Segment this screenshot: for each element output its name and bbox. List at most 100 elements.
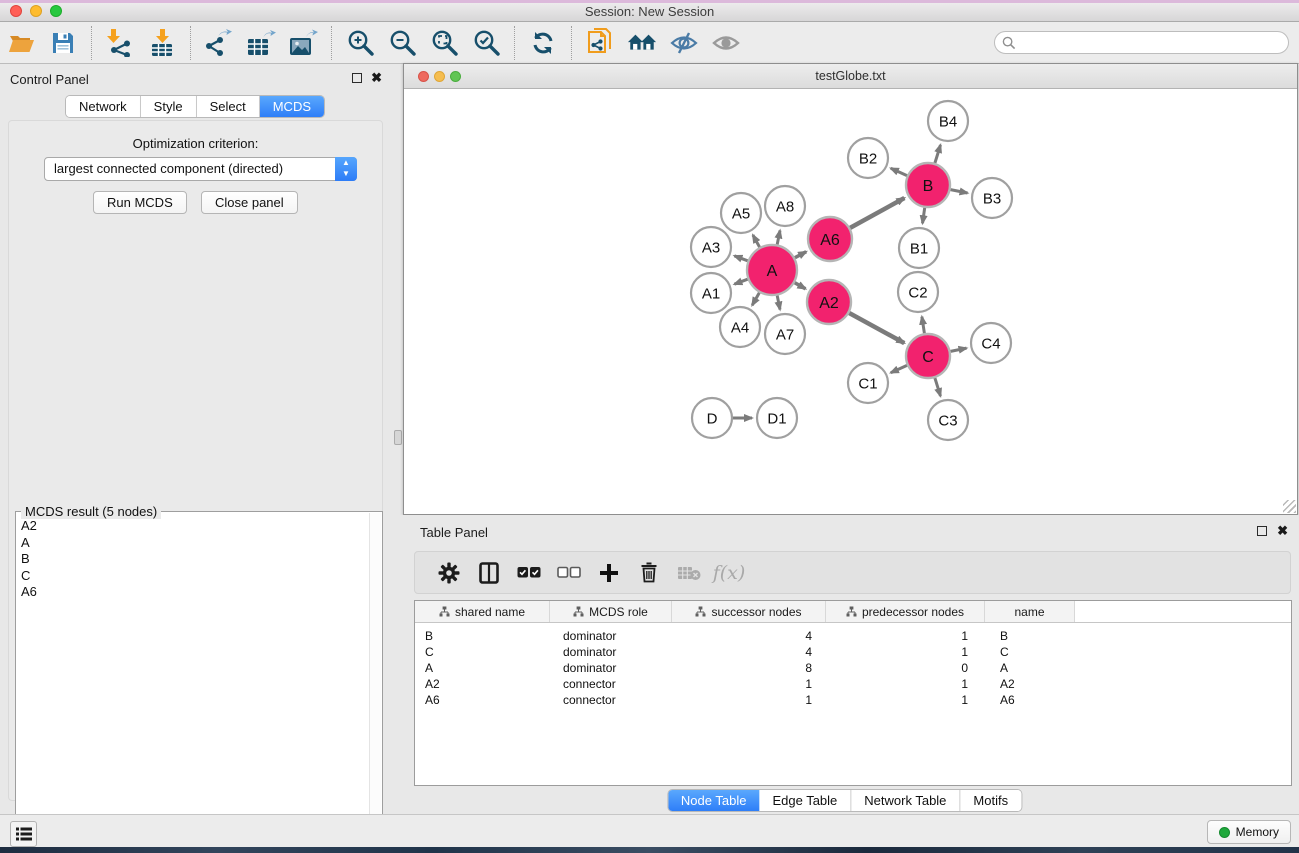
node-C3[interactable]: C3 (928, 400, 968, 440)
close-table-panel-icon[interactable]: ✖ (1277, 526, 1288, 536)
mcds-result-list[interactable]: A2ABCA6 (18, 518, 368, 847)
node-C1[interactable]: C1 (848, 363, 888, 403)
network-window-titlebar[interactable]: testGlobe.txt (404, 64, 1297, 89)
column-header-name[interactable]: name (985, 601, 1075, 622)
column-view-icon[interactable] (474, 558, 504, 588)
tab-mcds[interactable]: MCDS (260, 96, 324, 117)
node-B2[interactable]: B2 (848, 138, 888, 178)
edge-A-A6[interactable] (795, 252, 806, 258)
result-item[interactable]: A (18, 535, 368, 552)
function-builder-icon[interactable]: f(x) (714, 558, 744, 588)
table-cell[interactable]: A6 (415, 692, 550, 708)
edge-A-A7[interactable] (777, 296, 780, 310)
edge-C-C3[interactable] (935, 378, 941, 396)
export-image-icon[interactable] (288, 28, 318, 58)
table-cell[interactable]: B (415, 628, 550, 644)
close-panel-button[interactable]: Close panel (201, 191, 298, 214)
network-graph[interactable]: B4B2BB3A8A5A6A3B1AA1C2A2A4A7C4CC1C3DD1 (404, 89, 1297, 514)
edge-A-A3[interactable] (734, 256, 747, 261)
edge-B-B3[interactable] (951, 190, 968, 193)
edge-C-C4[interactable] (951, 348, 967, 351)
node-A7[interactable]: A7 (765, 314, 805, 354)
zoom-in-icon[interactable] (345, 28, 375, 58)
table-cell[interactable]: connector (550, 676, 672, 692)
node-B1[interactable]: B1 (899, 228, 939, 268)
node-A5[interactable]: A5 (721, 193, 761, 233)
window-resize-grip[interactable] (1283, 500, 1296, 513)
table-cell[interactable]: 4 (672, 628, 826, 644)
eye-slash-icon[interactable] (669, 28, 699, 58)
table-cell[interactable]: A6 (985, 692, 1075, 708)
column-header-MCDS-role[interactable]: MCDS role (550, 601, 672, 622)
table-row[interactable]: Bdominator41B (415, 628, 1291, 644)
result-scrollbar[interactable] (369, 513, 381, 848)
node-C2[interactable]: C2 (898, 272, 938, 312)
table-cell[interactable]: 1 (826, 692, 985, 708)
edge-A-A4[interactable] (752, 293, 759, 306)
column-header-shared-name[interactable]: shared name (415, 601, 550, 622)
table-cell[interactable]: 1 (826, 628, 985, 644)
column-header-predecessor-nodes[interactable]: predecessor nodes (826, 601, 985, 622)
table-cell[interactable]: 0 (826, 660, 985, 676)
tab-select[interactable]: Select (197, 96, 260, 117)
result-item[interactable]: A2 (18, 518, 368, 535)
create-column-plus-icon[interactable] (594, 558, 624, 588)
node-B4[interactable]: B4 (928, 101, 968, 141)
node-A8[interactable]: A8 (765, 186, 805, 226)
edge-B-B1[interactable] (923, 208, 925, 224)
select-all-columns-icon[interactable] (514, 558, 544, 588)
task-history-button[interactable] (10, 821, 37, 847)
result-item[interactable]: A6 (18, 584, 368, 601)
edge-A-A5[interactable] (753, 235, 760, 247)
node-A1[interactable]: A1 (691, 273, 731, 313)
table-cell[interactable]: 4 (672, 644, 826, 660)
criterion-select[interactable]: largest connected component (directed) ▲… (44, 157, 357, 181)
tab-style[interactable]: Style (141, 96, 197, 117)
edge-C-C2[interactable] (922, 317, 925, 334)
tab-motifs[interactable]: Motifs (960, 790, 1021, 811)
table-cell[interactable]: 1 (826, 676, 985, 692)
node-A[interactable]: A (747, 245, 797, 295)
table-cell[interactable]: B (985, 628, 1075, 644)
delete-column-trash-icon[interactable] (634, 558, 664, 588)
import-table-icon[interactable] (147, 28, 177, 58)
float-panel-icon[interactable] (352, 73, 362, 83)
node-C4[interactable]: C4 (971, 323, 1011, 363)
close-panel-icon[interactable]: ✖ (371, 73, 382, 83)
node-A2[interactable]: A2 (807, 280, 851, 324)
float-table-panel-icon[interactable] (1257, 526, 1267, 536)
node-A3[interactable]: A3 (691, 227, 731, 267)
run-mcds-button[interactable]: Run MCDS (93, 191, 187, 214)
table-cell[interactable]: connector (550, 692, 672, 708)
zoom-selected-icon[interactable] (471, 28, 501, 58)
tab-network[interactable]: Network (66, 96, 141, 117)
column-header-successor-nodes[interactable]: successor nodes (672, 601, 826, 622)
zoom-out-icon[interactable] (387, 28, 417, 58)
edge-A6-B[interactable] (850, 198, 904, 228)
delete-table-icon[interactable] (674, 558, 704, 588)
edge-A-A1[interactable] (734, 279, 747, 284)
houses-icon[interactable] (627, 28, 657, 58)
table-settings-gear-icon[interactable] (434, 558, 464, 588)
result-item[interactable]: C (18, 568, 368, 585)
table-cell[interactable]: 8 (672, 660, 826, 676)
tab-node-table[interactable]: Node Table (668, 790, 760, 811)
table-cell[interactable]: 1 (826, 644, 985, 660)
table-cell[interactable]: 1 (672, 676, 826, 692)
unselect-all-columns-icon[interactable] (554, 558, 584, 588)
edge-B-B2[interactable] (891, 168, 907, 175)
table-cell[interactable]: A (415, 660, 550, 676)
edge-C-C1[interactable] (891, 365, 907, 372)
memory-button[interactable]: Memory (1207, 820, 1291, 844)
search-input[interactable] (1021, 36, 1288, 50)
network-canvas[interactable]: B4B2BB3A8A5A6A3B1AA1C2A2A4A7C4CC1C3DD1 (404, 89, 1297, 514)
import-network-icon[interactable] (105, 28, 135, 58)
table-cell[interactable]: A2 (415, 676, 550, 692)
tab-edge-table[interactable]: Edge Table (759, 790, 851, 811)
node-B3[interactable]: B3 (972, 178, 1012, 218)
table-row[interactable]: Adominator80A (415, 660, 1291, 676)
zoom-fit-icon[interactable] (429, 28, 459, 58)
node-B[interactable]: B (906, 163, 950, 207)
table-row[interactable]: A6connector11A6 (415, 692, 1291, 708)
refresh-icon[interactable] (528, 28, 558, 58)
